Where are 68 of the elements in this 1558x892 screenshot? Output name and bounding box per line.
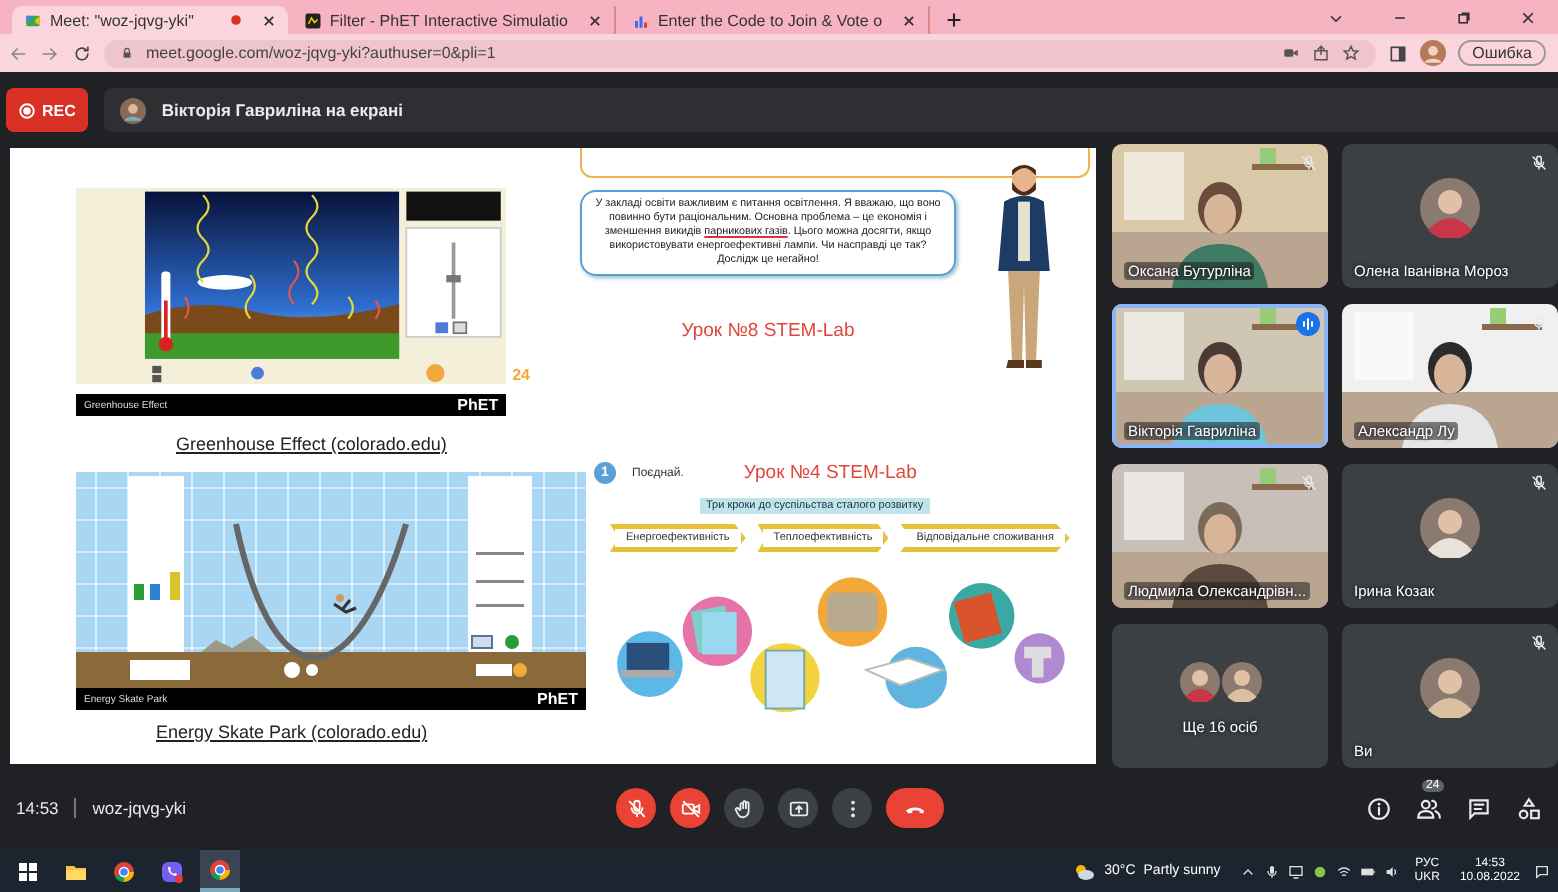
camera-off-icon [679,797,701,819]
present-screen-button[interactable] [778,788,818,828]
reload-icon[interactable] [72,43,92,63]
star-icon[interactable] [1342,44,1361,62]
more-options-button[interactable] [832,788,872,828]
simulation-link[interactable]: Greenhouse Effect (colorado.edu) [176,434,447,454]
windows-start-icon[interactable] [16,859,40,883]
record-icon [18,101,36,119]
mic-off-icon [625,797,647,819]
activities-icon[interactable] [1516,795,1542,821]
tray-app-icon[interactable] [1312,863,1329,879]
wifi-icon[interactable] [1336,863,1353,879]
favicon-icon [631,11,650,29]
url-text: meet.google.com/woz-jqvg-yki?authuser=0&pli=1 [146,44,496,62]
present-screen-icon [787,797,809,819]
avatar-silhouette-icon [1420,178,1480,238]
record-button[interactable]: REC [6,88,88,132]
lesson-title: Урок №4 STEM-Lab [743,462,917,484]
lesson-title: Урок №8 STEM-Lab [681,320,855,343]
info-icon[interactable] [1366,795,1392,821]
presenter-avatar-icon [119,97,146,123]
close-icon[interactable] [261,13,276,27]
profile-avatar-icon[interactable] [1420,40,1447,66]
browser-icon[interactable] [208,857,232,881]
browser-icon[interactable] [112,859,136,883]
tab-search-icon[interactable] [1328,10,1344,26]
brand-logo: PhET [537,690,578,708]
forward-icon[interactable] [40,43,60,63]
meeting-time: 14:53 [16,798,59,818]
chat-icon[interactable] [1466,795,1492,821]
close-icon[interactable] [902,13,917,27]
presenter-label: Вікторія Гаврилiна на екрані [161,100,403,120]
close-icon[interactable] [1520,10,1536,26]
lock-icon [120,46,134,60]
new-tab-icon[interactable] [946,12,963,28]
meeting-code: woz-jqvg-yki [92,798,187,818]
close-icon[interactable] [587,13,602,27]
people-icon[interactable] [1416,795,1442,821]
speaker-icon[interactable] [1384,863,1401,879]
avatar-silhouette-icon [1221,662,1261,702]
page-number: 24 [512,366,530,384]
sidebar-icon[interactable] [1388,43,1409,63]
weather-icon[interactable] [1072,859,1097,883]
battery-icon[interactable] [1360,863,1377,879]
share-icon[interactable] [1312,44,1331,62]
microphone-icon[interactable] [1264,863,1281,879]
hang-up-button[interactable] [886,788,944,828]
back-icon[interactable] [8,43,28,63]
simulation-link[interactable]: Energy Skate Park (colorado.edu) [156,722,428,742]
address-field[interactable]: meet.google.com/woz-jqvg-yki?authuser=0&pli=1 [104,39,1377,67]
microphone-off-button[interactable] [616,788,656,828]
camera-off-button[interactable] [670,788,710,828]
monitor-icon[interactable] [1288,863,1305,879]
avatar-silhouette-icon [1420,498,1480,558]
speaking-indicator-icon [1296,312,1320,336]
messenger-icon[interactable] [160,859,184,883]
raise-hand-button[interactable] [724,788,764,828]
avatar-silhouette-icon [1179,662,1219,702]
profile-error-button[interactable]: Ошибка [1458,40,1546,66]
favicon-icon [24,11,42,29]
notifications-icon[interactable] [1534,863,1550,879]
restore-icon[interactable] [1456,10,1472,26]
hand-icon [733,797,755,819]
browser-tab[interactable]: Meet: "woz-jqvg-yki" [12,6,288,34]
avatar-silhouette-icon [1420,658,1480,718]
brand-logo: PhET [457,396,499,414]
favicon-icon [303,11,322,29]
camera-icon[interactable] [1282,44,1301,62]
